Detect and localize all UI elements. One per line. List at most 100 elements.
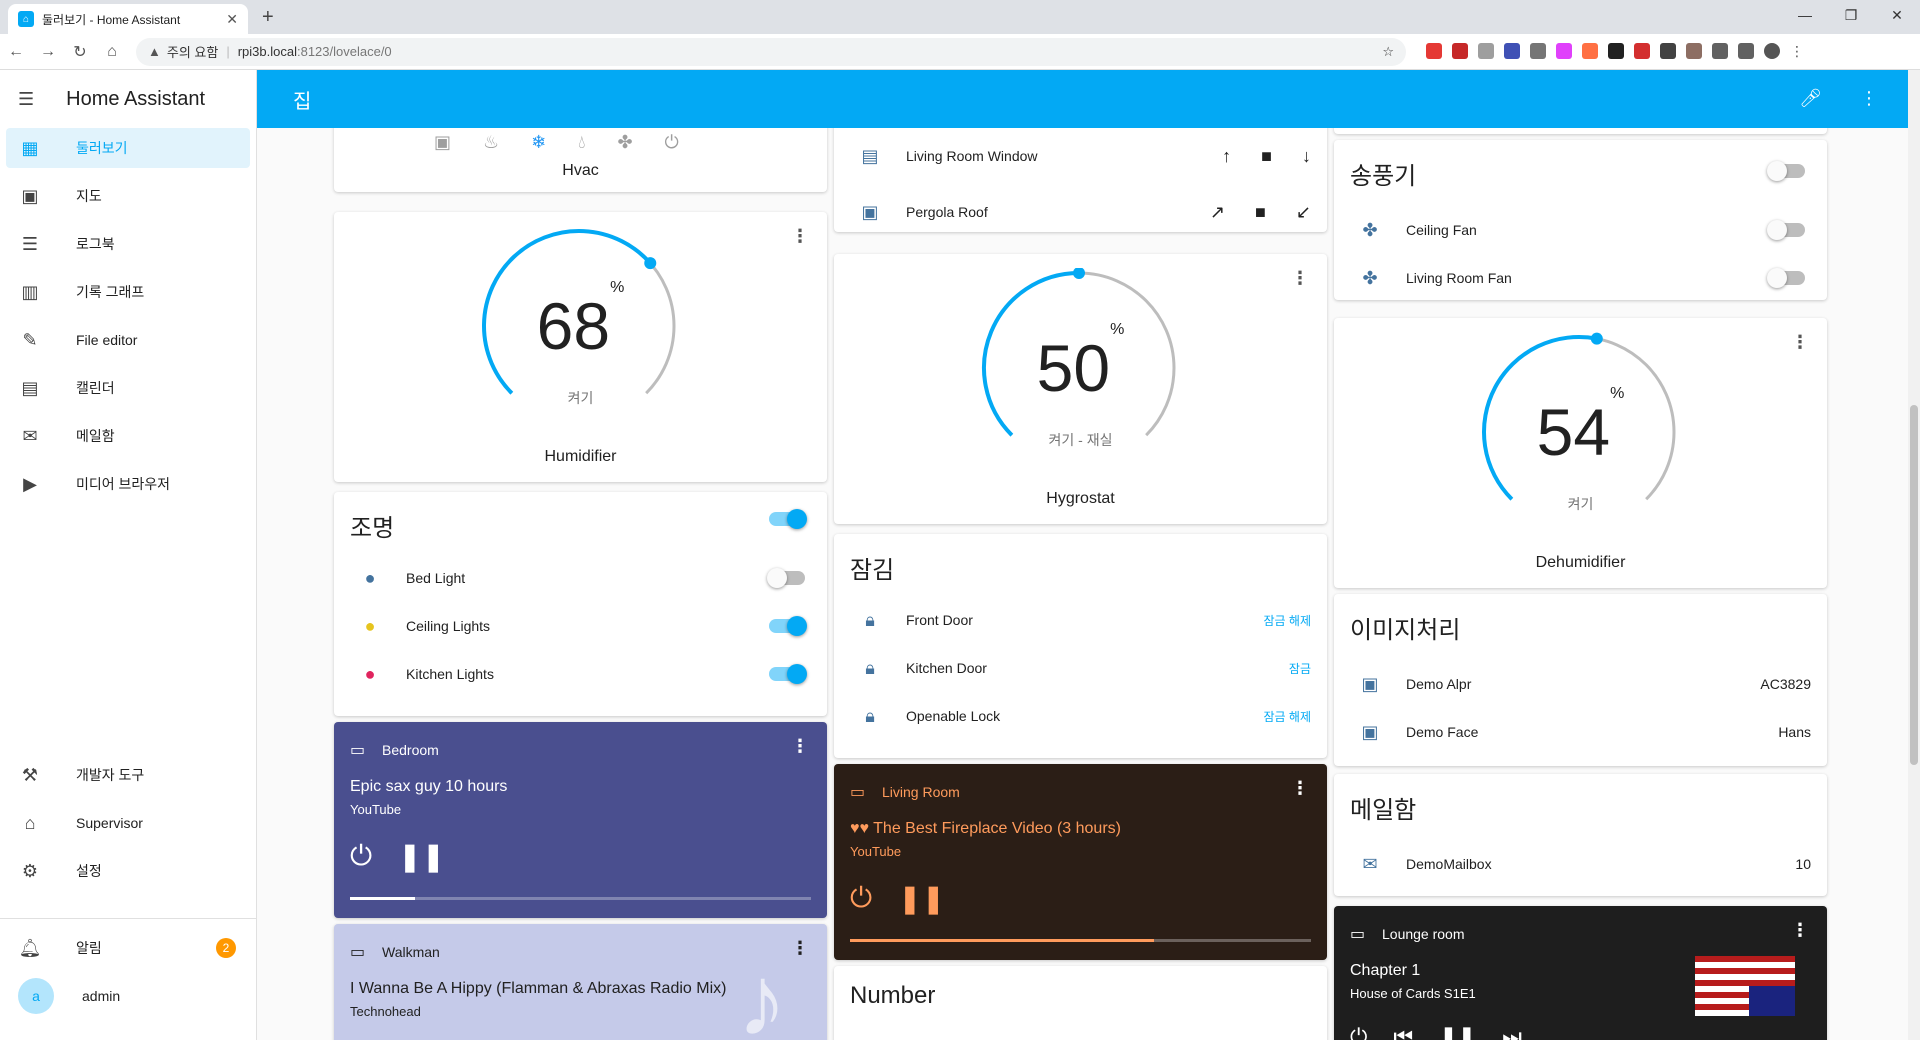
more-options-icon[interactable]: ⋮ — [1860, 88, 1878, 109]
list-item[interactable]: ▣ Demo Face Hans — [1334, 712, 1827, 752]
next-icon[interactable]: ⏭ — [1502, 1024, 1522, 1040]
extension-icon[interactable] — [1582, 43, 1598, 59]
lock-button[interactable]: 잠금 — [1289, 660, 1327, 677]
stop-cover-icon[interactable]: ■ — [1261, 146, 1272, 167]
extension-icon[interactable] — [1556, 43, 1572, 59]
browser-menu-icon[interactable]: ⋮ — [1790, 43, 1804, 60]
more-options-icon[interactable]: ⋮ — [791, 938, 809, 959]
extension-icon[interactable] — [1504, 43, 1520, 59]
microphone-icon[interactable]: 🎤︎ — [1799, 88, 1822, 109]
bell-icon: 🔔︎ — [18, 937, 42, 958]
more-options-icon[interactable]: ⋮ — [1791, 332, 1809, 353]
sidebar-item-file-editor[interactable]: ✎ File editor — [6, 320, 250, 360]
new-tab-icon[interactable]: + — [262, 6, 274, 29]
cool-mode-icon[interactable]: ❄ — [531, 132, 546, 153]
sidebar-item-settings[interactable]: ⚙ 설정 — [6, 851, 251, 891]
ceiling-fan-toggle[interactable] — [1767, 220, 1805, 240]
previous-icon[interactable]: ⏮ — [1393, 1024, 1413, 1040]
media-progress[interactable] — [850, 939, 1311, 942]
power-icon[interactable]: ⏻ — [1350, 1024, 1367, 1040]
reload-icon[interactable]: ↻ — [64, 42, 96, 62]
sidebar-item-supervisor[interactable]: ⌂ Supervisor — [6, 803, 251, 843]
pause-icon[interactable]: ❚❚ — [898, 882, 945, 915]
gauge-handle[interactable] — [644, 257, 657, 270]
dry-mode-icon[interactable]: 💧︎ — [578, 132, 585, 153]
list-item[interactable]: ● Kitchen Lights — [334, 654, 827, 694]
sidebar-item-mailbox[interactable]: ✉ 메일함 — [6, 416, 250, 456]
more-options-icon[interactable]: ⋮ — [1791, 920, 1809, 941]
heat-mode-icon[interactable]: ♨ — [483, 132, 499, 153]
more-options-icon[interactable]: ⋮ — [1291, 268, 1309, 289]
gauge-handle[interactable] — [1073, 268, 1085, 279]
bulb-icon: ● — [364, 663, 376, 684]
sidebar-item-map[interactable]: ▣ 지도 — [6, 176, 250, 216]
extension-icon[interactable] — [1530, 43, 1546, 59]
list-item[interactable]: ✉ DemoMailbox 10 — [1334, 844, 1827, 884]
kitchen-lights-toggle[interactable] — [769, 664, 807, 684]
power-icon[interactable]: ⏻ — [850, 882, 872, 915]
url-input[interactable]: ▲ 주의 요함 | rpi3b.local:8123/lovelace/0 ☆ — [136, 37, 1406, 66]
extension-icon[interactable] — [1634, 43, 1650, 59]
sidebar-item-logbook[interactable]: ☰ 로그북 — [6, 224, 250, 264]
stop-cover-icon[interactable]: ■ — [1255, 202, 1266, 223]
unlock-button[interactable]: 잠금 해제 — [1264, 708, 1328, 725]
sidebar-item-calendar[interactable]: ▤ 캘린더 — [6, 368, 250, 408]
auto-mode-icon[interactable]: ▣ — [434, 132, 451, 153]
list-item[interactable]: ✤ Ceiling Fan — [1334, 210, 1827, 250]
open-tilt-icon[interactable]: ↗ — [1210, 202, 1225, 223]
star-icon[interactable]: ☆ — [1382, 44, 1394, 60]
back-icon[interactable]: ← — [0, 43, 32, 61]
home-icon[interactable]: ⌂ — [96, 43, 128, 61]
more-options-icon[interactable]: ⋮ — [791, 226, 809, 247]
extension-icon[interactable] — [1478, 43, 1494, 59]
more-options-icon[interactable]: ⋮ — [1291, 778, 1309, 799]
sidebar-item-history[interactable]: ▥ 기록 그래프 — [6, 272, 250, 312]
sidebar-item-developer-tools[interactable]: ⚒ 개발자 도구 — [6, 755, 251, 795]
profile-avatar[interactable] — [1764, 43, 1780, 59]
fan-mode-icon[interactable]: ✤ — [617, 132, 632, 153]
sidebar-item-overview[interactable]: ▦ 둘러보기 — [6, 128, 250, 168]
close-window-icon[interactable]: ✕ — [1874, 0, 1920, 30]
hygrostat-value: 50% — [1036, 321, 1125, 405]
extension-icon[interactable] — [1686, 43, 1702, 59]
media-progress[interactable] — [350, 897, 811, 900]
unlock-button[interactable]: 잠금 해제 — [1264, 612, 1328, 629]
living-room-fan-toggle[interactable] — [1767, 268, 1805, 288]
puzzle-icon[interactable] — [1712, 43, 1728, 59]
list-item[interactable]: ▣ Demo Alpr AC3829 — [1334, 664, 1827, 704]
more-options-icon[interactable]: ⋮ — [791, 736, 809, 757]
sidebar-item-media-browser[interactable]: ▶ 미디어 브라우저 — [6, 464, 250, 504]
restore-icon[interactable]: ❐ — [1828, 0, 1874, 30]
hvac-card: ▣ ♨ ❄ 💧︎ ✤ ⏻ Hvac — [334, 128, 827, 192]
list-item[interactable]: ● Ceiling Lights — [334, 606, 827, 646]
fans-master-toggle[interactable] — [1767, 161, 1827, 181]
minimize-icon[interactable]: — — [1782, 0, 1828, 30]
lights-master-toggle[interactable] — [769, 509, 827, 529]
sidebar-item-user[interactable]: a admin — [6, 976, 251, 1016]
sidebar-item-notifications[interactable]: 🔔︎ 알림 2 — [6, 928, 251, 968]
extension-icon[interactable] — [1660, 43, 1676, 59]
menu-toggle-icon[interactable]: ☰ — [18, 89, 34, 110]
power-icon[interactable]: ⏻ — [350, 840, 372, 873]
list-item[interactable]: ● Bed Light — [334, 558, 827, 598]
pause-icon[interactable]: ❚❚ — [398, 840, 445, 873]
scrollbar[interactable] — [1908, 70, 1920, 1040]
gauge-handle[interactable] — [1590, 332, 1603, 345]
extension-icon[interactable] — [1452, 43, 1468, 59]
extension-icon[interactable] — [1426, 43, 1442, 59]
open-cover-icon[interactable]: ↑ — [1222, 146, 1231, 167]
close-tab-icon[interactable]: ✕ — [226, 11, 238, 28]
ceiling-lights-toggle[interactable] — [769, 616, 807, 636]
forward-icon[interactable]: → — [32, 43, 64, 61]
sidebar-item-label: 캘린더 — [76, 380, 115, 396]
power-off-icon[interactable]: ⏻ — [665, 132, 679, 153]
close-tilt-icon[interactable]: ↙ — [1296, 202, 1311, 223]
pause-icon[interactable]: ❚❚ — [1439, 1024, 1476, 1040]
list-item[interactable]: ✤ Living Room Fan — [1334, 258, 1827, 298]
extension-icon[interactable] — [1608, 43, 1624, 59]
browser-tab[interactable]: ⌂ 둘러보기 - Home Assistant ✕ — [8, 4, 248, 34]
close-cover-icon[interactable]: ↓ — [1302, 146, 1311, 167]
scrollbar-thumb[interactable] — [1910, 405, 1918, 765]
playlist-icon[interactable] — [1738, 43, 1754, 59]
bed-light-toggle[interactable] — [767, 568, 805, 588]
